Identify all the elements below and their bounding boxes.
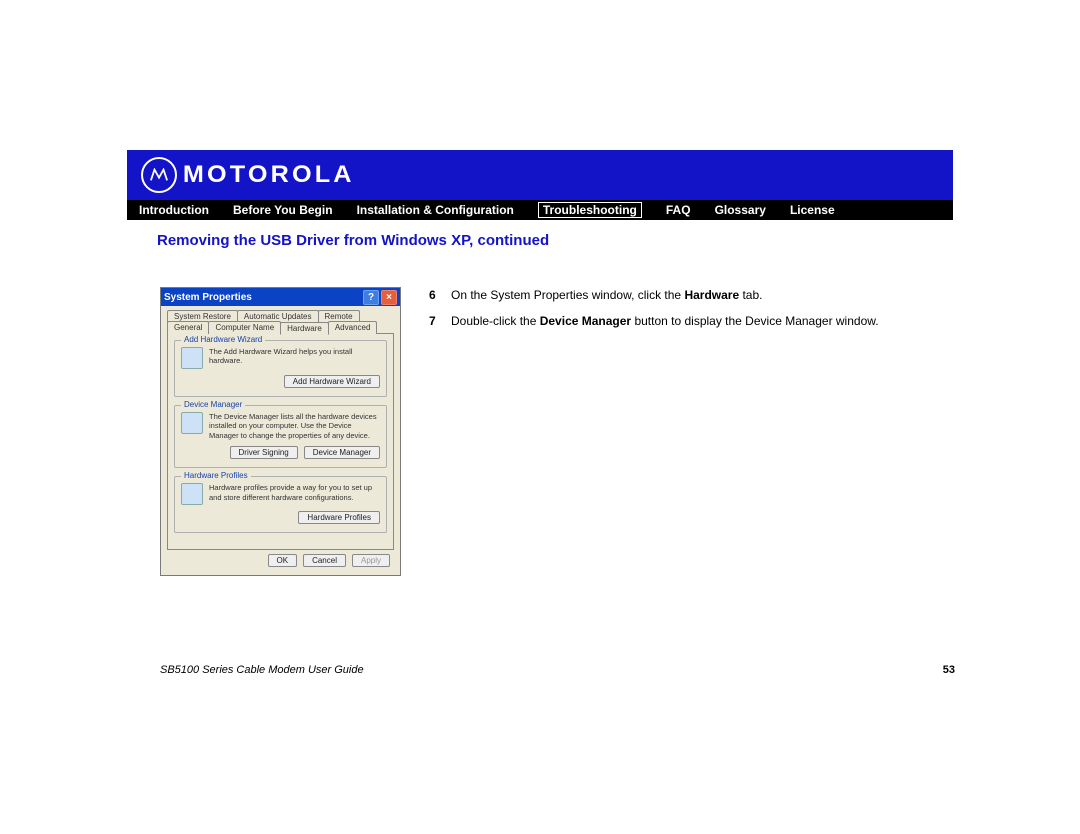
page-footer: SB5100 Series Cable Modem User Guide 53 — [160, 664, 955, 676]
dialog-title: System Properties — [164, 292, 252, 303]
nav-glossary[interactable]: Glossary — [715, 203, 766, 217]
nav-bar: Introduction Before You Begin Installati… — [127, 200, 953, 220]
tab-computer-name[interactable]: Computer Name — [208, 321, 281, 334]
add-hardware-wizard-button[interactable]: Add Hardware Wizard — [284, 375, 380, 388]
add-hardware-text: The Add Hardware Wizard helps you instal… — [209, 347, 380, 366]
tab-general[interactable]: General — [167, 321, 209, 334]
nav-before-you-begin[interactable]: Before You Begin — [233, 203, 333, 217]
step-6: 6 On the System Properties window, click… — [429, 287, 879, 303]
device-manager-icon — [181, 412, 203, 434]
device-manager-button[interactable]: Device Manager — [304, 446, 380, 459]
hardware-profiles-text: Hardware profiles provide a way for you … — [209, 483, 380, 502]
document-page: MOTOROLA Introduction Before You Begin I… — [127, 150, 953, 576]
legend-add-hardware: Add Hardware Wizard — [181, 335, 265, 344]
tab-hardware[interactable]: Hardware — [280, 322, 329, 335]
tab-row-2: General Computer Name Hardware Advanced — [167, 321, 394, 334]
ok-button[interactable]: OK — [268, 554, 298, 567]
step-text-pre: On the System Properties window, click t… — [451, 288, 684, 302]
brand-header: MOTOROLA — [127, 150, 953, 200]
nav-faq[interactable]: FAQ — [666, 203, 691, 217]
hardware-profiles-button[interactable]: Hardware Profiles — [298, 511, 380, 524]
legend-device-manager: Device Manager — [181, 400, 245, 409]
step-text-pre: Double-click the — [451, 314, 540, 328]
step-text-bold: Hardware — [684, 288, 739, 302]
m-glyph-icon — [150, 168, 168, 182]
brand-text: MOTOROLA — [183, 161, 355, 189]
cancel-button[interactable]: Cancel — [303, 554, 346, 567]
group-hardware-profiles: Hardware Profiles Hardware profiles prov… — [174, 476, 387, 533]
tab-advanced[interactable]: Advanced — [328, 321, 378, 334]
step-text-post: tab. — [739, 288, 762, 302]
nav-license[interactable]: License — [790, 203, 835, 217]
device-manager-text: The Device Manager lists all the hardwar… — [209, 412, 380, 440]
guide-title: SB5100 Series Cable Modem User Guide — [160, 664, 364, 676]
content-row: System Properties ? × System Restore Aut… — [127, 287, 953, 576]
step-text-bold: Device Manager — [540, 314, 631, 328]
apply-button[interactable]: Apply — [352, 554, 390, 567]
dialog-footer: OK Cancel Apply — [167, 550, 394, 567]
step-text-post: button to display the Device Manager win… — [631, 314, 878, 328]
step-number: 6 — [429, 287, 439, 303]
tab-panel-hardware: Add Hardware Wizard The Add Hardware Wiz… — [167, 333, 394, 550]
step-number: 7 — [429, 313, 439, 329]
nav-installation-configuration[interactable]: Installation & Configuration — [357, 203, 514, 217]
page-number: 53 — [943, 664, 955, 676]
nav-troubleshooting[interactable]: Troubleshooting — [538, 202, 642, 218]
help-button[interactable]: ? — [363, 290, 379, 305]
motorola-logo-icon — [141, 157, 177, 193]
hardware-profiles-icon — [181, 483, 203, 505]
legend-hardware-profiles: Hardware Profiles — [181, 471, 251, 480]
section-title: Removing the USB Driver from Windows XP,… — [157, 232, 953, 249]
dialog-titlebar: System Properties ? × — [161, 288, 400, 306]
group-device-manager: Device Manager The Device Manager lists … — [174, 405, 387, 468]
close-button[interactable]: × — [381, 290, 397, 305]
instruction-steps: 6 On the System Properties window, click… — [429, 287, 879, 576]
step-text: On the System Properties window, click t… — [451, 287, 763, 303]
hardware-wizard-icon — [181, 347, 203, 369]
driver-signing-button[interactable]: Driver Signing — [230, 446, 298, 459]
dialog-body: System Restore Automatic Updates Remote … — [161, 306, 400, 575]
step-7: 7 Double-click the Device Manager button… — [429, 313, 879, 329]
nav-introduction[interactable]: Introduction — [139, 203, 209, 217]
step-text: Double-click the Device Manager button t… — [451, 313, 879, 329]
system-properties-dialog: System Properties ? × System Restore Aut… — [160, 287, 401, 576]
group-add-hardware-wizard: Add Hardware Wizard The Add Hardware Wiz… — [174, 340, 387, 397]
